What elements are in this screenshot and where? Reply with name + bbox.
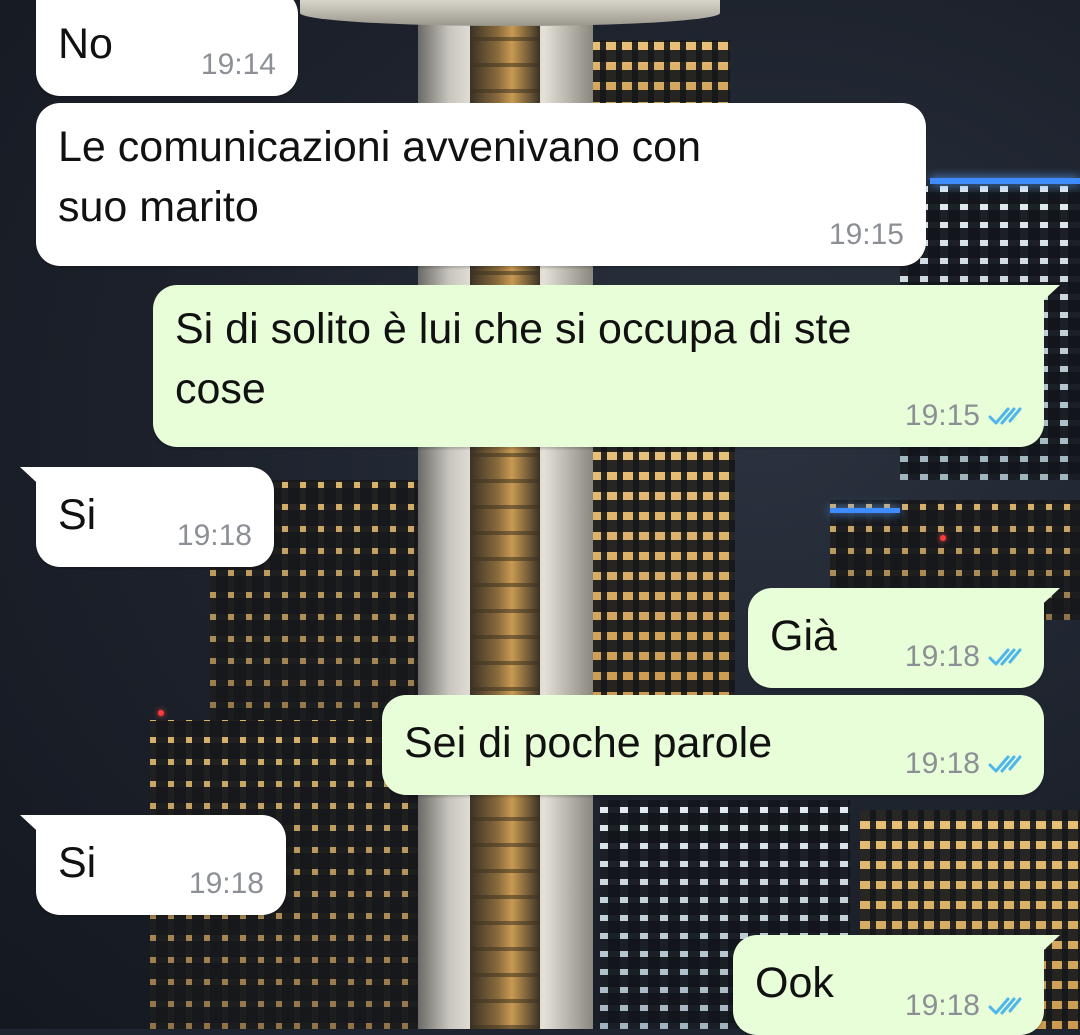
message-meta: 19:14 [201,48,276,82]
message-meta: 19:18 [905,747,1022,781]
message-text: Ook [755,959,834,1007]
message-text: Si di solito è lui che si occupa di ste … [175,305,852,413]
message-meta: 19:18 [189,867,264,901]
message-time: 19:14 [200,48,276,81]
message-text: Sei di poche parole [404,719,773,767]
bubble-tail [20,815,48,841]
double-check-icon [988,407,1022,425]
message-text: Già [770,612,837,660]
message-text: Si [58,491,97,539]
message-meta: 19:15 [905,399,1022,433]
message-time: 19:18 [904,747,980,780]
message-bubble-incoming[interactable]: Le comunicazioni avvenivano con suo mari… [36,103,926,266]
double-check-icon [988,997,1022,1015]
message-time: 19:15 [828,218,904,251]
double-check-icon [988,755,1022,773]
message-text: No [58,20,113,68]
message-meta: 19:18 [177,519,252,553]
message-bubble-outgoing[interactable]: Ook 19:18 [733,935,1060,1035]
message-text: Le comunicazioni avvenivano con suo mari… [58,123,702,231]
message-meta: 19:18 [905,989,1022,1023]
conversation: No 19:14 Le comunicazioni avvenivano con… [0,0,1080,1035]
message-time: 19:18 [176,519,252,552]
message-bubble-incoming[interactable]: Si 19:18 [20,815,286,915]
message-bubble-outgoing[interactable]: Già 19:18 [748,588,1060,688]
message-time: 19:18 [904,640,980,673]
message-time: 19:15 [904,399,980,432]
message-bubble-outgoing[interactable]: Si di solito è lui che si occupa di ste … [153,285,1060,447]
message-meta: 19:15 [829,218,904,252]
bubble-tail [1032,285,1060,311]
bubble-tail [1032,935,1060,961]
message-meta: 19:18 [905,640,1022,674]
message-text: Si [58,839,97,887]
double-check-icon [988,648,1022,666]
message-bubble-incoming[interactable]: Si 19:18 [20,467,274,567]
bubble-tail [1032,588,1060,614]
message-time: 19:18 [904,989,980,1022]
message-bubble-incoming[interactable]: No 19:14 [36,0,298,96]
message-time: 19:18 [188,867,264,900]
bubble-tail [20,467,48,493]
message-bubble-outgoing[interactable]: Sei di poche parole 19:18 [382,695,1044,795]
